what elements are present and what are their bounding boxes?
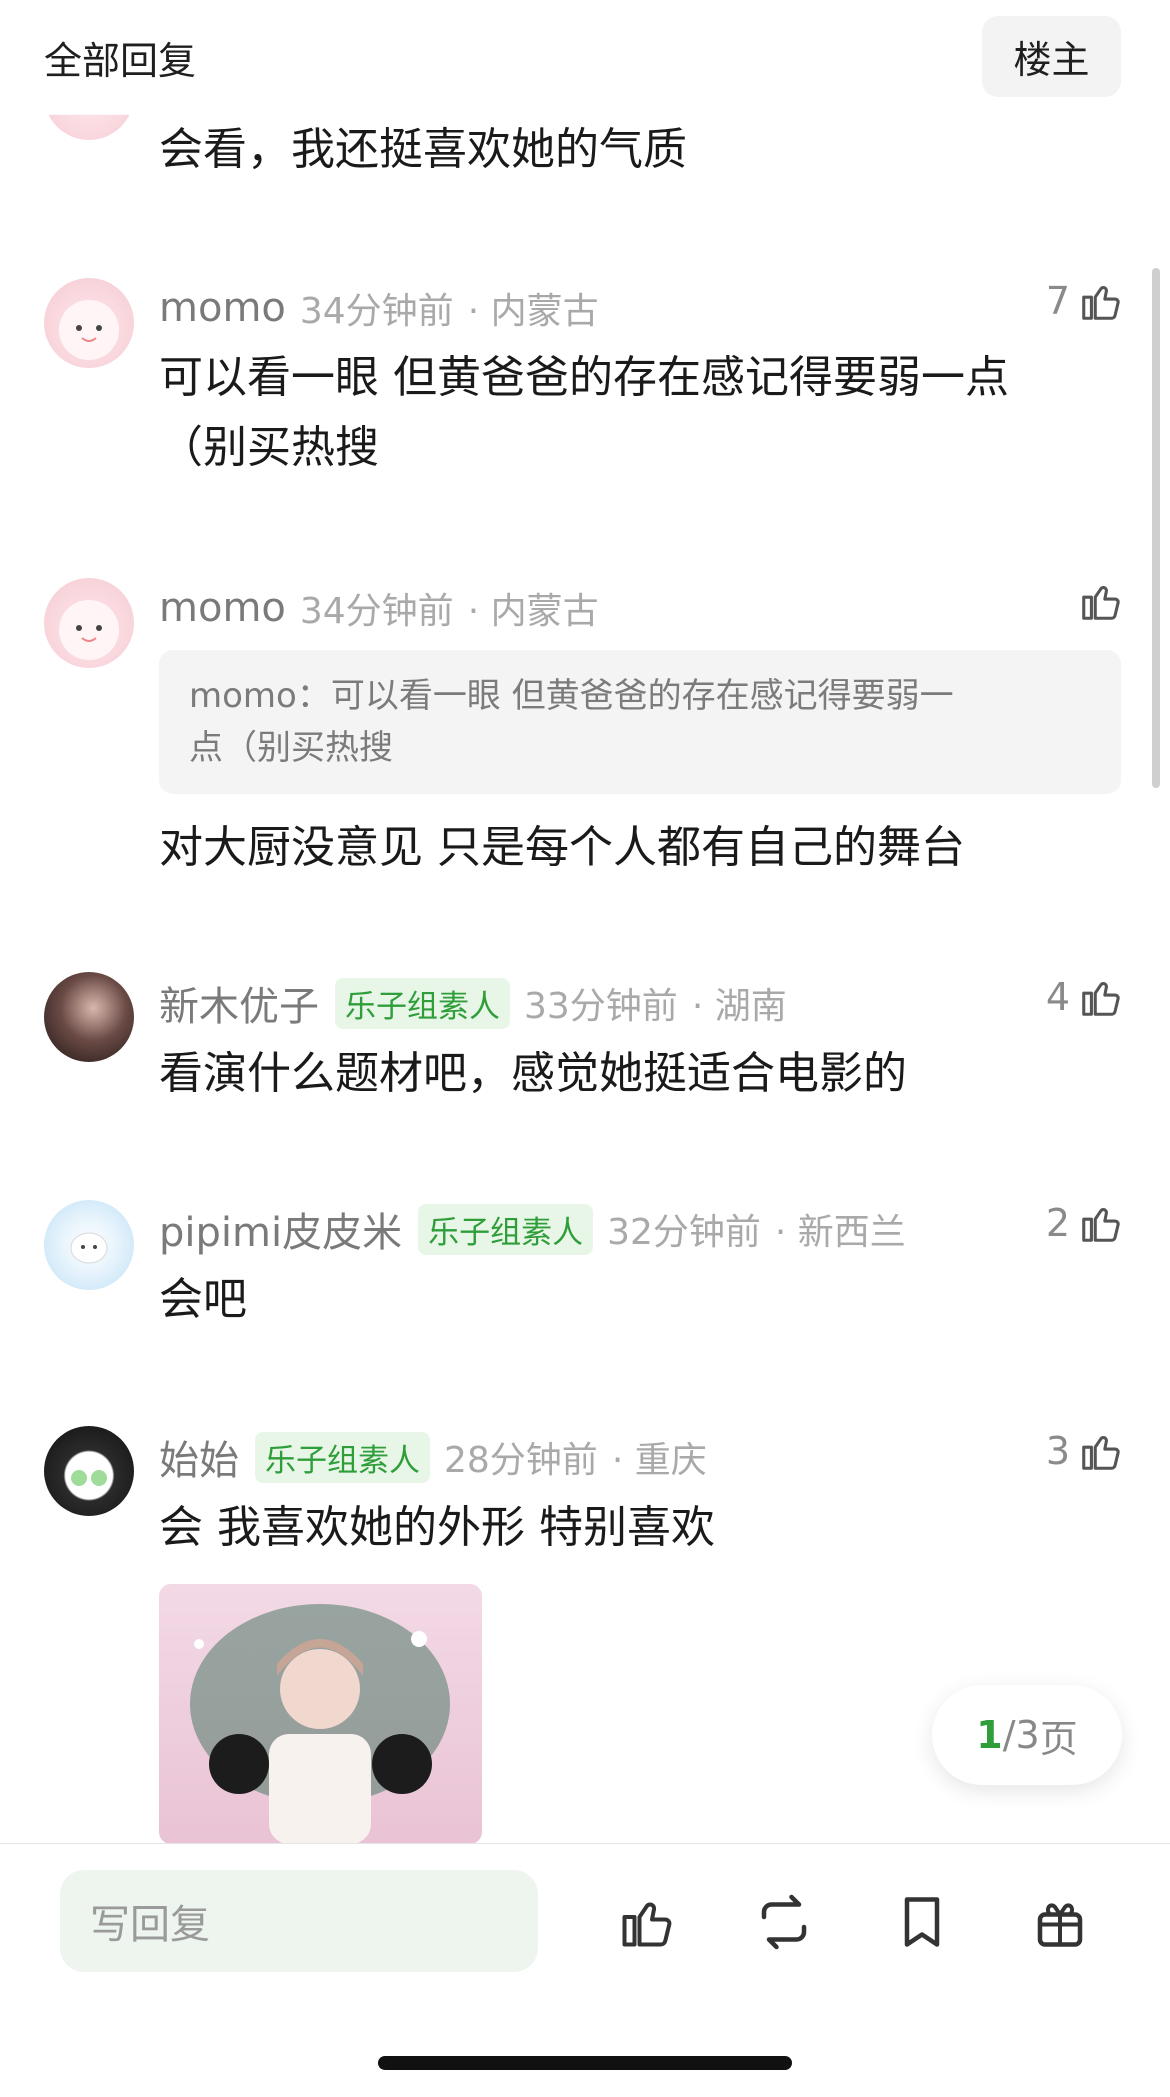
like-post-button[interactable] <box>615 1890 679 1954</box>
repost-icon <box>761 1894 807 1950</box>
home-indicator[interactable] <box>378 2056 792 2070</box>
comment-text: 看演什么题材吧，感觉她挺适合电影的 <box>159 1048 907 1099</box>
comment-text: 会看，我还挺喜欢她的气质 <box>159 124 687 175</box>
comment-text: 对大厨没意见 只是每个人都有自己的舞台 <box>159 822 965 873</box>
thumbs-up-icon <box>1082 982 1120 1016</box>
like-button[interactable]: 7 <box>1046 278 1124 324</box>
page-total: /3 <box>1002 1713 1040 1757</box>
page-indicator[interactable]: 1 /3 页 <box>932 1685 1122 1785</box>
like-button[interactable]: 2 <box>1046 1200 1124 1246</box>
owner-only-button[interactable]: 楼主 <box>982 16 1121 97</box>
like-button[interactable]: 4 <box>1046 974 1124 1020</box>
thumbs-up-icon <box>1082 1208 1120 1242</box>
location: · 内蒙古 <box>467 291 599 332</box>
thumbs-up-icon <box>1082 586 1120 620</box>
cartoon-avatar-icon <box>71 1470 107 1486</box>
photo-placeholder-icon <box>190 1604 450 1844</box>
username[interactable]: pipimi皮皮米 <box>159 1200 402 1258</box>
username[interactable]: momo <box>159 285 286 331</box>
like-count: 7 <box>1045 279 1070 323</box>
comment-meta: momo 34分钟前 · 内蒙古 <box>159 282 599 334</box>
comment-text: 会 我喜欢她的外形 特别喜欢 <box>159 1502 715 1553</box>
repost-button[interactable] <box>752 1890 816 1954</box>
avatar[interactable] <box>44 1200 134 1290</box>
thumbs-up-icon <box>622 1902 672 1947</box>
location: · 新西兰 <box>774 1212 906 1253</box>
like-button[interactable] <box>1070 578 1124 624</box>
quote-line: 点（别买热搜 <box>189 728 393 768</box>
timestamp: 34分钟前 <box>299 591 454 632</box>
timestamp: 33分钟前 <box>524 986 678 1027</box>
cartoon-avatar-icon <box>59 300 119 360</box>
timestamp: 34分钟前 <box>299 291 454 332</box>
comment-text: 可以看一眼 但黄爸爸的存在感记得要弱一点 <box>159 352 1009 403</box>
username[interactable]: 始始 <box>159 1428 239 1486</box>
scrollbar[interactable] <box>1152 268 1160 788</box>
avatar[interactable] <box>44 1426 134 1516</box>
user-badge: 乐子组素人 <box>255 1431 430 1483</box>
quoted-reply[interactable]: momo：可以看一眼 但黄爸爸的存在感记得要弱一 点（别买热搜 <box>159 650 1121 794</box>
quote-line: momo：可以看一眼 但黄爸爸的存在感记得要弱一 <box>189 676 954 716</box>
page-current: 1 <box>976 1713 1003 1757</box>
comment-text: （别买热搜 <box>159 422 379 473</box>
thumbs-up-icon <box>1082 286 1120 320</box>
like-button[interactable]: 3 <box>1046 1428 1124 1474</box>
cartoon-avatar-icon <box>70 1232 108 1264</box>
avatar[interactable] <box>44 972 134 1062</box>
location: · 重庆 <box>611 1440 707 1481</box>
reply-input[interactable]: 写回复 <box>60 1870 538 1972</box>
like-count: 4 <box>1045 975 1070 1019</box>
gift-button[interactable] <box>1028 1890 1092 1954</box>
comment-meta: pipimi皮皮米 乐子组素人 32分钟前 · 新西兰 <box>159 1200 906 1258</box>
avatar[interactable] <box>44 578 134 668</box>
timestamp: 32分钟前 <box>607 1212 761 1253</box>
username[interactable]: 新木优子 <box>159 974 319 1032</box>
comment-meta: momo 34分钟前 · 内蒙古 <box>159 582 599 634</box>
comment-image[interactable] <box>159 1584 482 1844</box>
avatar[interactable] <box>44 278 134 368</box>
user-badge: 乐子组素人 <box>335 977 510 1029</box>
bookmark-button[interactable] <box>890 1890 954 1954</box>
comment-text: 会吧 <box>159 1274 247 1325</box>
location: · 内蒙古 <box>467 591 599 632</box>
thumbs-up-icon <box>1082 1436 1120 1470</box>
user-badge: 乐子组素人 <box>418 1203 594 1255</box>
comment-meta: 始始 乐子组素人 28分钟前 · 重庆 <box>159 1428 707 1486</box>
comment-meta: 新木优子 乐子组素人 33分钟前 · 湖南 <box>159 974 787 1032</box>
username[interactable]: momo <box>159 585 286 631</box>
cartoon-avatar-icon <box>59 600 119 660</box>
bookmark-icon <box>904 1897 940 1947</box>
timestamp: 28分钟前 <box>444 1440 598 1481</box>
gift-icon <box>1037 1903 1083 1947</box>
location: · 湖南 <box>691 986 787 1027</box>
like-count: 2 <box>1045 1201 1070 1245</box>
page-title: 全部回复 <box>44 39 197 83</box>
like-count: 3 <box>1045 1429 1070 1473</box>
page-unit: 页 <box>1039 1716 1078 1761</box>
